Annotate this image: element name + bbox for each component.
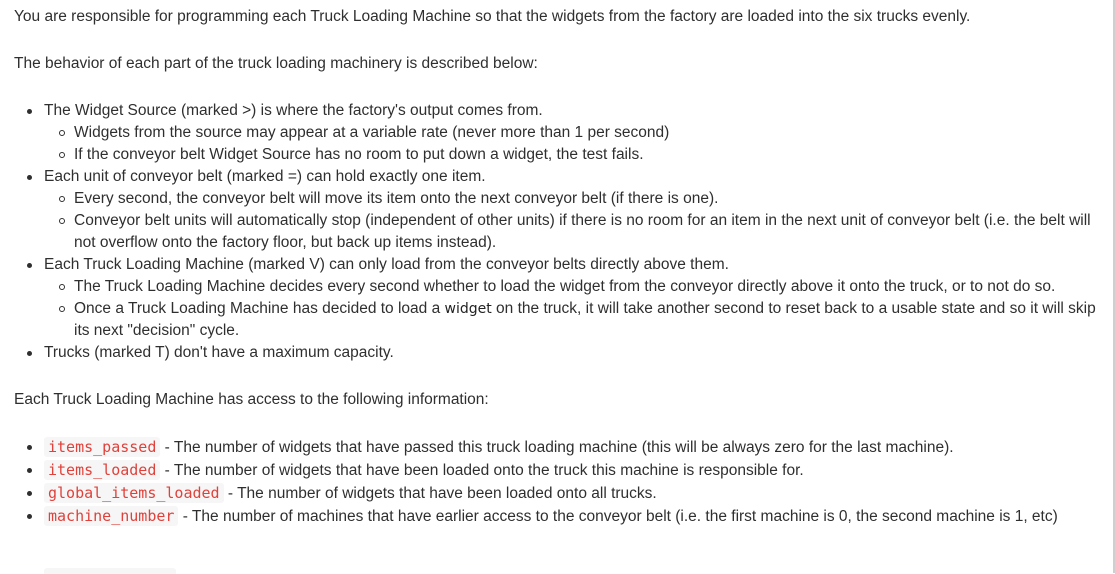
- list-item: Each unit of conveyor belt (marked =) ca…: [14, 166, 1099, 254]
- source-text: The Widget Source (marked >) is where th…: [44, 102, 543, 119]
- list-item: Conveyor belt units will automatically s…: [44, 210, 1099, 254]
- info-list: items_passed - The number of widgets tha…: [14, 436, 1099, 528]
- machine-sub-2-before: Once a Truck Loading Machine has decided…: [74, 300, 445, 317]
- source-sublist: Widgets from the source may appear at a …: [44, 122, 1099, 166]
- cut-off-code-block: [44, 568, 176, 574]
- list-item: items_passed - The number of widgets tha…: [14, 436, 1099, 459]
- intro-paragraph: You are responsible for programming each…: [14, 8, 971, 25]
- items-passed-desc: - The number of widgets that have passed…: [160, 439, 954, 456]
- machine-text: Each Truck Loading Machine (marked V) ca…: [44, 256, 729, 273]
- widget-word: widget: [444, 301, 492, 317]
- machine-sublist: The Truck Loading Machine decides every …: [44, 276, 1099, 342]
- list-item: Each Truck Loading Machine (marked V) ca…: [14, 254, 1099, 342]
- items-loaded-code: items_loaded: [44, 460, 161, 480]
- belt-text: Each unit of conveyor belt (marked =) ca…: [44, 168, 486, 185]
- global-items-loaded-desc: - The number of widgets that have been l…: [223, 485, 657, 502]
- machine-number-code: machine_number: [44, 506, 179, 526]
- list-item: machine_number - The number of machines …: [14, 505, 1099, 528]
- list-item: Widgets from the source may appear at a …: [44, 122, 1099, 144]
- document-body: You are responsible for programming each…: [14, 0, 1099, 528]
- items-loaded-desc: - The number of widgets that have been l…: [160, 462, 804, 479]
- belt-sublist: Every second, the conveyor belt will mov…: [44, 188, 1099, 254]
- access-heading: Each Truck Loading Machine has access to…: [14, 391, 489, 408]
- items-passed-code: items_passed: [44, 437, 161, 457]
- list-item: items_loaded - The number of widgets tha…: [14, 459, 1099, 482]
- list-item: The Widget Source (marked >) is where th…: [14, 100, 1099, 166]
- list-item: The Truck Loading Machine decides every …: [44, 276, 1099, 298]
- list-item: Every second, the conveyor belt will mov…: [44, 188, 1099, 210]
- list-item: If the conveyor belt Widget Source has n…: [44, 144, 1099, 166]
- list-item: Once a Truck Loading Machine has decided…: [44, 298, 1099, 342]
- machine-number-desc: - The number of machines that have earli…: [178, 508, 1058, 525]
- list-item: global_items_loaded - The number of widg…: [14, 482, 1099, 505]
- global-items-loaded-code: global_items_loaded: [44, 483, 224, 503]
- parts-list: The Widget Source (marked >) is where th…: [14, 100, 1099, 364]
- behavior-heading: The behavior of each part of the truck l…: [14, 55, 538, 72]
- list-item: Trucks (marked T) don't have a maximum c…: [14, 342, 1099, 364]
